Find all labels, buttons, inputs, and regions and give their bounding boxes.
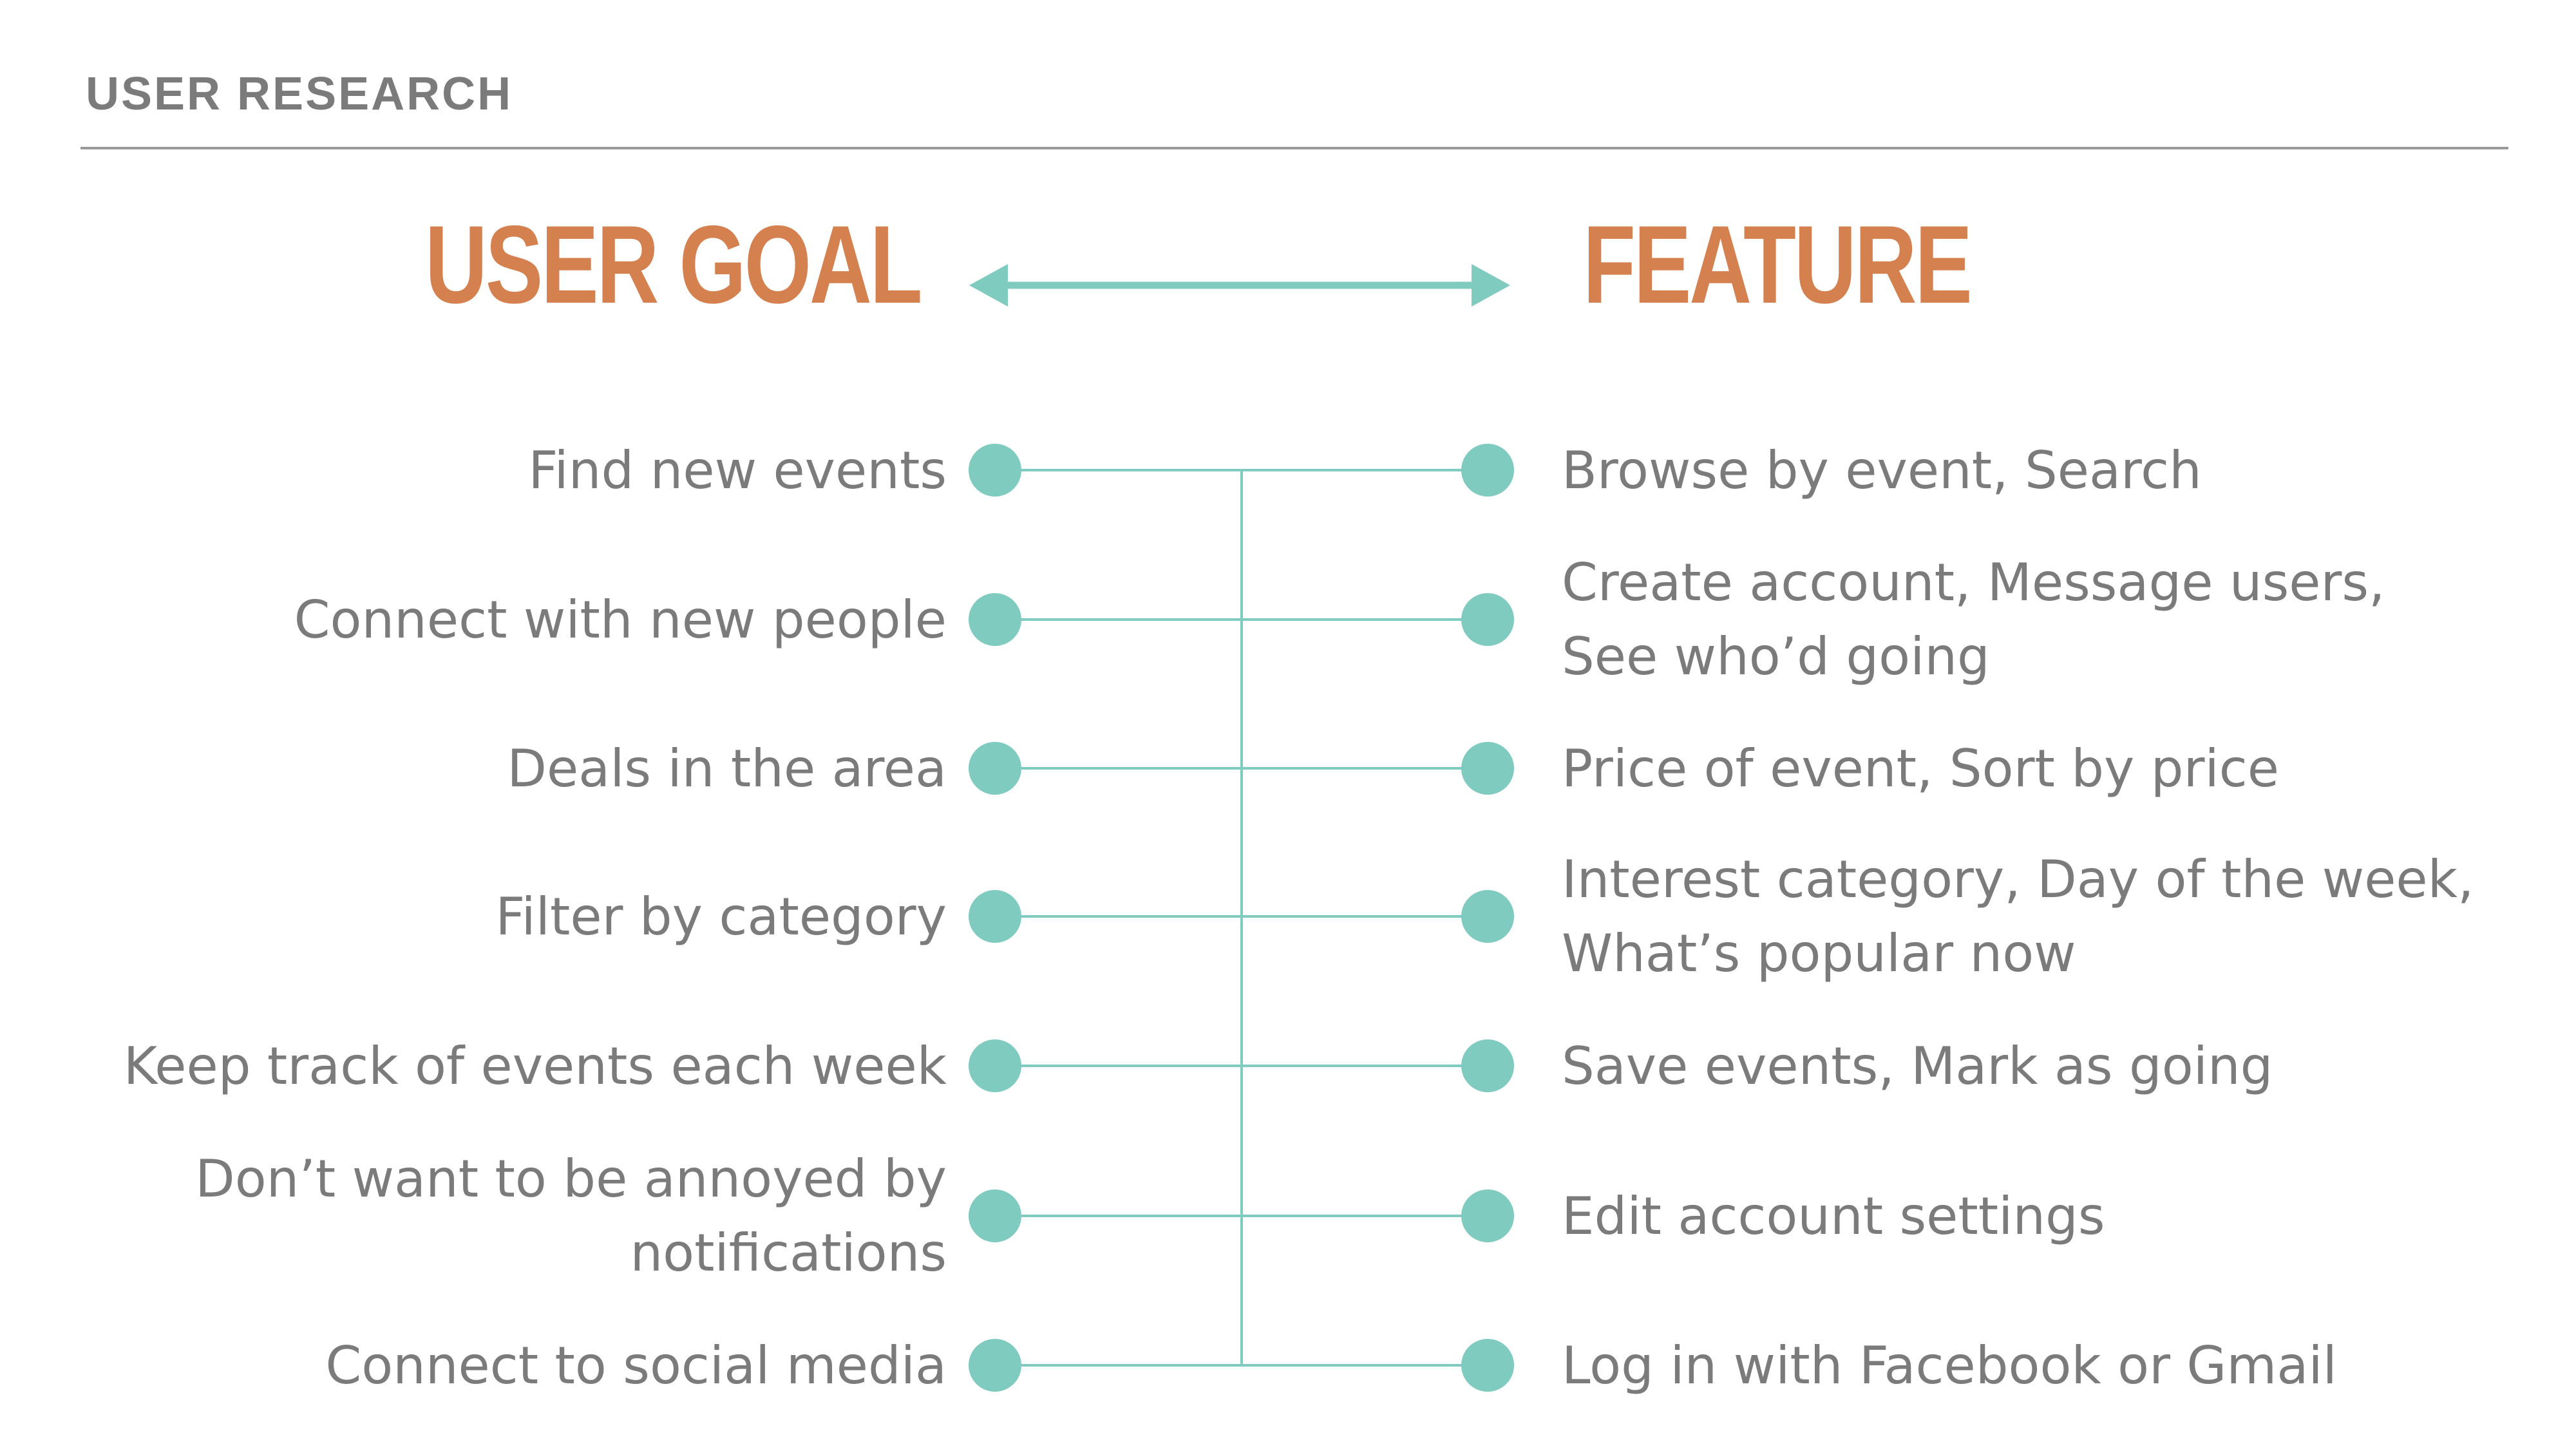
user-goal-text: Deals in the area (507, 738, 947, 799)
goal-dot-icon (969, 890, 1021, 943)
feature-text: Create account, Message users, (1562, 553, 2385, 612)
feature-dot-icon (1461, 1189, 1514, 1242)
goal-dot-icon (969, 593, 1021, 646)
user-goal-text: notifications (630, 1223, 947, 1283)
double-arrow-icon (969, 264, 1510, 307)
user-goal-text: Don’t want to be annoyed by (195, 1149, 947, 1209)
feature-text: Log in with Facebook or Gmail (1562, 1335, 2337, 1396)
feature-dot-icon (1461, 593, 1514, 646)
user-goal-item: Keep track of events each week (124, 1029, 947, 1103)
user-goal-item: Find new events (528, 433, 947, 507)
feature-text: Price of event, Sort by price (1562, 738, 2279, 799)
user-goal-item: Connect to social media (325, 1329, 947, 1403)
feature-item: Price of event, Sort by price (1562, 732, 2279, 806)
feature-text: What’s popular now (1562, 923, 2076, 983)
user-goal-item: Deals in the area (507, 732, 947, 806)
feature-item: Save events, Mark as going (1562, 1029, 2273, 1103)
feature-item: Edit account settings (1562, 1179, 2105, 1253)
feature-dot-icon (1461, 1339, 1514, 1392)
goal-dot-icon (969, 444, 1021, 497)
user-goal-item: Connect with new people (294, 583, 947, 657)
goal-dot-icon (969, 1039, 1021, 1092)
feature-text: Interest category, Day of the week, (1562, 849, 2474, 909)
user-goal-text: Filter by category (495, 886, 947, 947)
goal-dot-icon (969, 1189, 1021, 1242)
feature-text: See who’d going (1562, 627, 1990, 687)
user-goal-text: Find new events (528, 440, 947, 500)
user-goal-item: Filter by category (495, 880, 947, 954)
feature-dot-icon (1461, 1039, 1514, 1092)
user-goal-text: Connect with new people (294, 589, 947, 650)
feature-dot-icon (1461, 444, 1514, 497)
feature-dot-icon (1461, 742, 1514, 795)
feature-text: Edit account settings (1562, 1186, 2105, 1246)
feature-item: Interest category, Day of the week, What’… (1562, 842, 2474, 990)
user-goal-text: Connect to social media (325, 1335, 947, 1396)
goal-dot-icon (969, 1339, 1021, 1392)
goal-dot-icon (969, 742, 1021, 795)
feature-item: Browse by event, Search (1562, 433, 2202, 507)
feature-item: Log in with Facebook or Gmail (1562, 1329, 2337, 1403)
feature-text: Save events, Mark as going (1562, 1036, 2273, 1096)
user-goal-item: Don’t want to be annoyed by notifications (195, 1142, 947, 1290)
feature-text: Browse by event, Search (1562, 440, 2202, 500)
feature-dot-icon (1461, 890, 1514, 943)
user-goal-text: Keep track of events each week (123, 1036, 947, 1096)
feature-item: Create account, Message users, See who’d … (1562, 545, 2385, 694)
